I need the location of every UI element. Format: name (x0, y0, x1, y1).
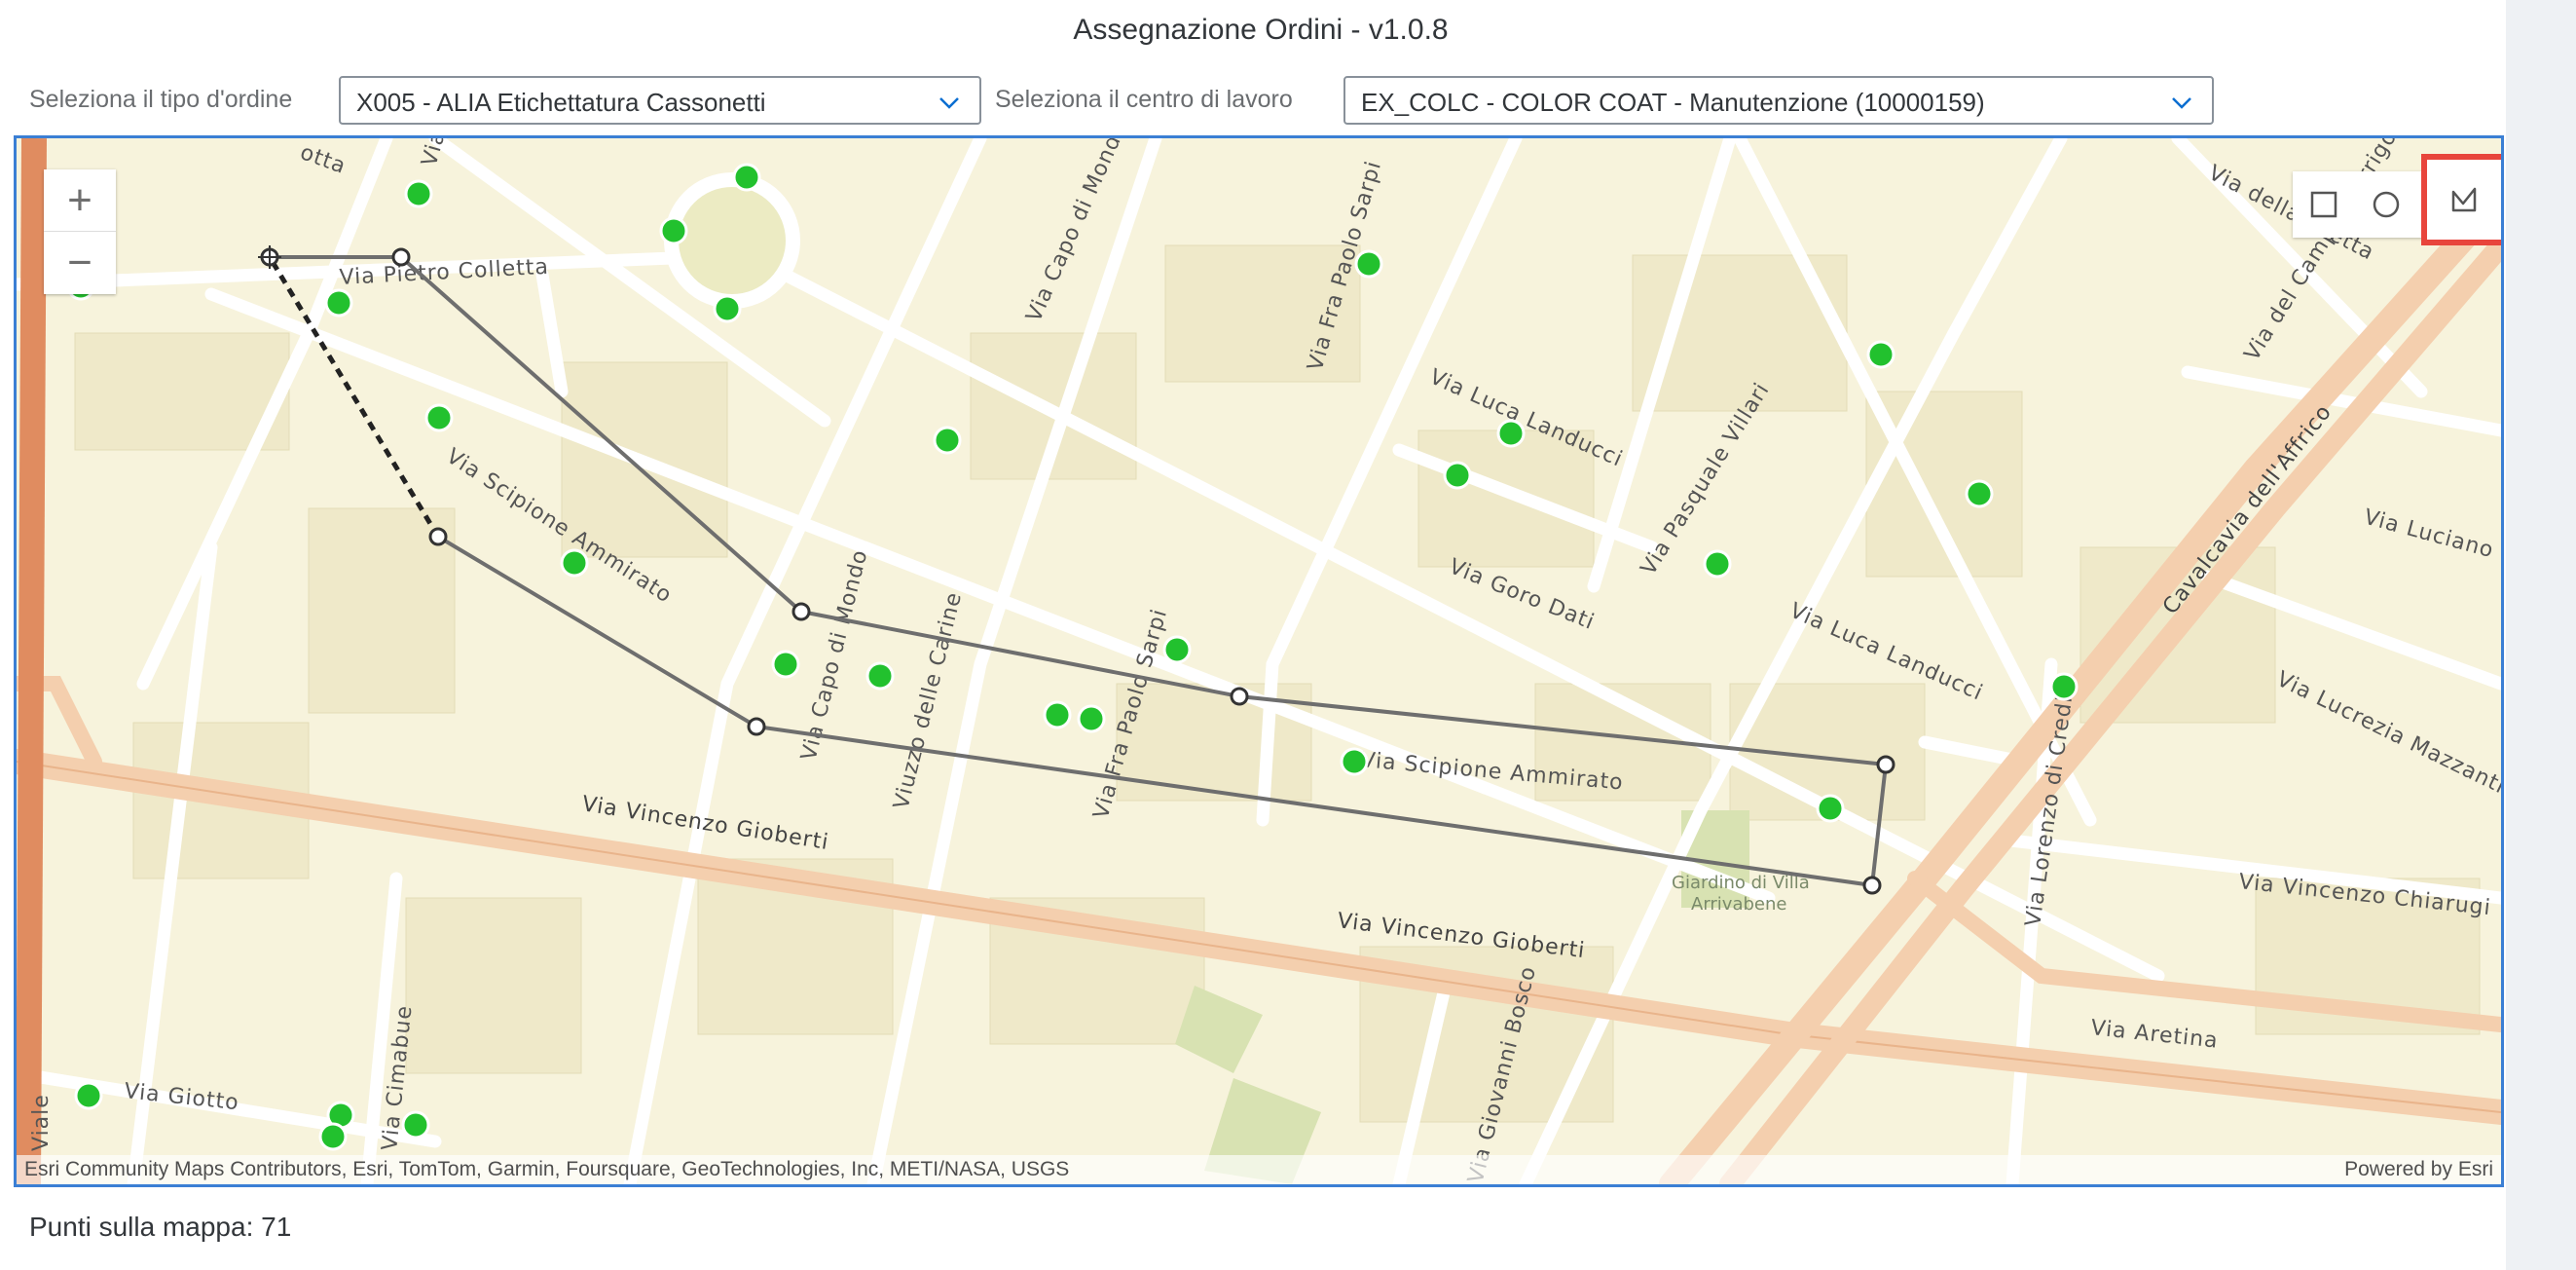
rectangle-tool-button[interactable] (2293, 171, 2355, 238)
draw-toolbar (2293, 154, 2501, 245)
zoom-out-button[interactable]: − (44, 232, 116, 293)
chevron-down-icon (2172, 97, 2191, 109)
circle-icon (2373, 191, 2400, 218)
zoom-in-button[interactable]: + (44, 169, 116, 232)
park-label: Arrivabene (1691, 894, 1786, 915)
attribution-text: Esri Community Maps Contributors, Esri, … (24, 1158, 1070, 1180)
order-type-value: X005 - ALIA Etichettatura Cassonetti (356, 88, 766, 117)
rectangle-icon (2310, 191, 2337, 218)
street-label: Viale (29, 1094, 54, 1151)
map-view[interactable]: Via Pietro Colletta Via Scipione Ammirat… (14, 135, 2504, 1187)
app-page: Assegnazione Ordini - v1.0.8 Seleziona i… (0, 0, 2506, 1270)
chevron-down-icon (939, 97, 959, 109)
order-type-label: Seleziona il tipo d'ordine (29, 86, 293, 113)
work-center-label: Seleziona il centro di lavoro (995, 86, 1293, 113)
polygon-tool-button[interactable] (2421, 154, 2501, 245)
map-attribution: Esri Community Maps Contributors, Esri, … (17, 1155, 2501, 1184)
polygon-icon (2451, 187, 2477, 212)
circle-tool-button[interactable] (2355, 171, 2417, 238)
zoom-control: + − (44, 169, 116, 294)
basemap: Via Pietro Colletta Via Scipione Ammirat… (17, 138, 2501, 1184)
points-count: Punti sulla mappa: 71 (29, 1212, 292, 1242)
work-center-value: EX_COLC - COLOR COAT - Manutenzione (100… (1361, 88, 1985, 117)
powered-by-link[interactable]: Powered by Esri (2344, 1158, 2493, 1181)
park-label: Giardino di Villa (1672, 873, 1810, 893)
order-type-select[interactable]: X005 - ALIA Etichettatura Cassonetti (339, 76, 981, 125)
page-title: Assegnazione Ordini - v1.0.8 (1073, 14, 1449, 46)
work-center-select[interactable]: EX_COLC - COLOR COAT - Manutenzione (100… (1343, 76, 2214, 125)
